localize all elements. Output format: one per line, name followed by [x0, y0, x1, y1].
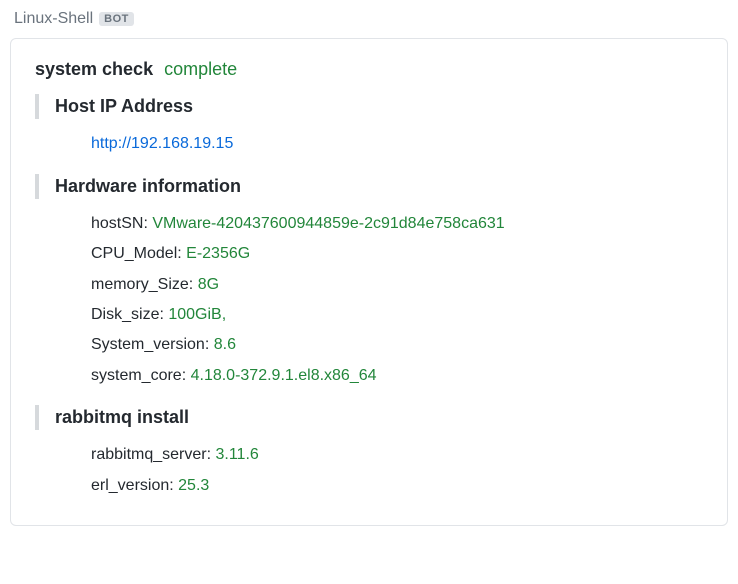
section-heading-hardware: Hardware information: [35, 174, 703, 199]
bot-badge: BOT: [99, 12, 134, 26]
section-body-hardware: hostSN: VMware-420437600944859e-2c91d84e…: [35, 209, 703, 391]
kv-row: hostSN: VMware-420437600944859e-2c91d84e…: [91, 209, 703, 239]
section-heading-rabbitmq: rabbitmq install: [35, 405, 703, 430]
message-card: system check complete Host IP Address ht…: [10, 38, 728, 526]
kv-label: Disk_size:: [91, 306, 164, 323]
kv-row: memory_Size: 8G: [91, 270, 703, 300]
kv-value: VMware-420437600944859e-2c91d84e758ca631: [152, 215, 504, 232]
kv-value: E-2356G: [186, 245, 250, 262]
section-body-rabbitmq: rabbitmq_server: 3.11.6 erl_version: 25.…: [35, 440, 703, 501]
section-heading-host-ip: Host IP Address: [35, 94, 703, 119]
kv-label: hostSN:: [91, 215, 148, 232]
message-header: Linux-Shell BOT: [10, 10, 728, 28]
kv-label: erl_version:: [91, 477, 174, 494]
kv-value: 25.3: [178, 477, 209, 494]
title-label: system check: [35, 59, 153, 79]
title-line: system check complete: [35, 59, 703, 80]
title-status: complete: [164, 59, 237, 79]
bot-name: Linux-Shell: [14, 10, 93, 28]
kv-row: CPU_Model: E-2356G: [91, 239, 703, 269]
kv-value: 8G: [198, 276, 219, 293]
kv-row: System_version: 8.6: [91, 330, 703, 360]
kv-value: 100GiB,: [168, 306, 226, 323]
kv-row: Disk_size: 100GiB,: [91, 300, 703, 330]
kv-value: 8.6: [214, 336, 236, 353]
kv-label: System_version:: [91, 336, 209, 353]
kv-row: rabbitmq_server: 3.11.6: [91, 440, 703, 470]
kv-label: CPU_Model:: [91, 245, 182, 262]
kv-value: 4.18.0-372.9.1.el8.x86_64: [191, 367, 377, 384]
section-body-host-ip: http://192.168.19.15: [35, 129, 703, 159]
kv-row: system_core: 4.18.0-372.9.1.el8.x86_64: [91, 361, 703, 391]
kv-label: system_core:: [91, 367, 186, 384]
kv-row: erl_version: 25.3: [91, 471, 703, 501]
host-ip-link[interactable]: http://192.168.19.15: [91, 135, 233, 152]
kv-label: rabbitmq_server:: [91, 446, 211, 463]
kv-label: memory_Size:: [91, 276, 193, 293]
kv-value: 3.11.6: [216, 446, 259, 463]
